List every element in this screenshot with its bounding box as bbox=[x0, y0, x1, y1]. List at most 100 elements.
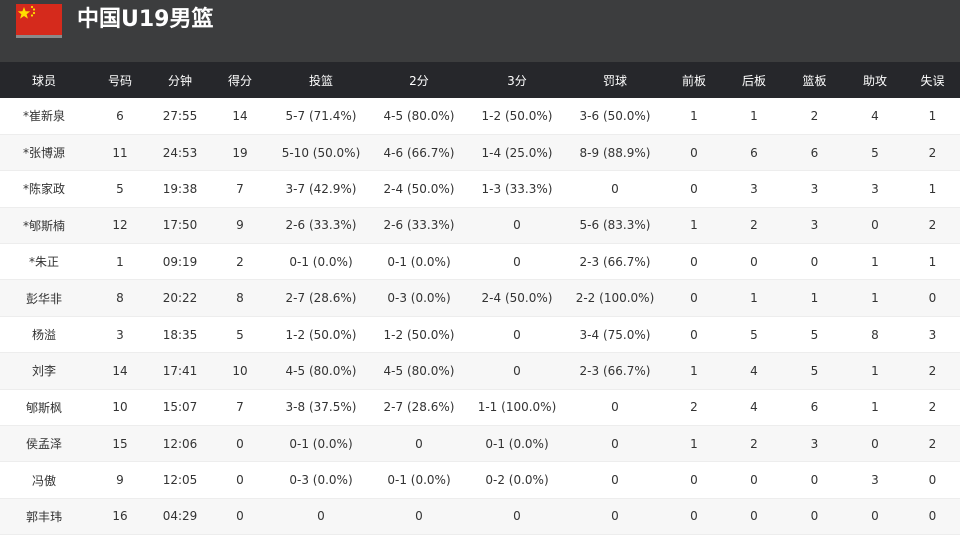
flag-small-star bbox=[32, 8, 36, 11]
player-name[interactable]: 郭丰玮 bbox=[0, 498, 88, 536]
flag-stars-icon bbox=[17, 5, 36, 19]
player-ft: 5-6 (83.3%) bbox=[566, 207, 664, 245]
player-3pt: 1-3 (33.3%) bbox=[468, 170, 566, 208]
table-header-row: 球员 号码 分钟 得分 投篮 2分 3分 罚球 前板 后板 篮板 助攻 失误 bbox=[0, 62, 960, 98]
player-points: 0 bbox=[208, 498, 272, 536]
player-ast: 1 bbox=[845, 279, 905, 317]
header-minutes[interactable]: 分钟 bbox=[152, 62, 208, 98]
player-number: 6 bbox=[88, 98, 152, 135]
player-2pt: 2-7 (28.6%) bbox=[370, 389, 468, 427]
header-dreb[interactable]: 后板 bbox=[724, 62, 784, 98]
player-oreb: 0 bbox=[664, 134, 724, 172]
player-minutes: 19:38 bbox=[152, 170, 208, 208]
player-minutes: 18:35 bbox=[152, 316, 208, 354]
player-fg: 1-2 (50.0%) bbox=[272, 316, 370, 354]
header-3pt[interactable]: 3分 bbox=[468, 62, 566, 98]
player-reb: 5 bbox=[784, 316, 845, 354]
header-points[interactable]: 得分 bbox=[208, 62, 272, 98]
player-points: 2 bbox=[208, 243, 272, 281]
player-tov: 1 bbox=[905, 243, 960, 281]
player-tov: 3 bbox=[905, 316, 960, 354]
player-minutes: 09:19 bbox=[152, 243, 208, 281]
player-2pt: 0 bbox=[370, 498, 468, 536]
player-reb: 3 bbox=[784, 207, 845, 245]
player-ft: 0 bbox=[566, 461, 664, 499]
player-name[interactable]: 侯孟泽 bbox=[0, 425, 88, 463]
player-ft: 3-4 (75.0%) bbox=[566, 316, 664, 354]
player-number: 11 bbox=[88, 134, 152, 172]
table-row: *陈家政 5 19:38 7 3-7 (42.9%) 2-4 (50.0%) 1-3 (33… bbox=[0, 170, 960, 208]
table-row: 彭华非 8 20:22 8 2-7 (28.6%) 0-3 (0.0%) 2-4 (50.0… bbox=[0, 279, 960, 317]
player-3pt: 0 bbox=[468, 316, 566, 354]
player-tov: 1 bbox=[905, 170, 960, 208]
player-2pt: 2-6 (33.3%) bbox=[370, 207, 468, 245]
player-2pt: 0-1 (0.0%) bbox=[370, 243, 468, 281]
player-name[interactable]: 杨溢 bbox=[0, 316, 88, 354]
player-tov: 0 bbox=[905, 461, 960, 499]
player-points: 8 bbox=[208, 279, 272, 317]
header-oreb[interactable]: 前板 bbox=[664, 62, 724, 98]
player-oreb: 1 bbox=[664, 425, 724, 463]
player-fg: 2-6 (33.3%) bbox=[272, 207, 370, 245]
player-dreb: 2 bbox=[724, 425, 784, 463]
player-name[interactable]: 彭华非 bbox=[0, 279, 88, 317]
table-row: *崔新泉 6 27:55 14 5-7 (71.4%) 4-5 (80.0%) 1-2 (5… bbox=[0, 98, 960, 135]
player-minutes: 15:07 bbox=[152, 389, 208, 427]
player-ast: 1 bbox=[845, 389, 905, 427]
player-minutes: 17:41 bbox=[152, 352, 208, 390]
player-name[interactable]: *陈家政 bbox=[0, 170, 88, 208]
player-ft: 0 bbox=[566, 425, 664, 463]
player-fg: 3-7 (42.9%) bbox=[272, 170, 370, 208]
header-fg[interactable]: 投篮 bbox=[272, 62, 370, 98]
player-3pt: 0 bbox=[468, 498, 566, 536]
player-number: 1 bbox=[88, 243, 152, 281]
player-fg: 5-7 (71.4%) bbox=[272, 98, 370, 135]
china-flag-icon bbox=[16, 4, 62, 38]
player-name[interactable]: 郇斯枫 bbox=[0, 389, 88, 427]
table-row: 杨溢 3 18:35 5 1-2 (50.0%) 1-2 (50.0%) 0 3-4 (75.… bbox=[0, 316, 960, 354]
player-dreb: 3 bbox=[724, 170, 784, 208]
player-reb: 2 bbox=[784, 98, 845, 135]
header-tov[interactable]: 失误 bbox=[905, 62, 960, 98]
table-row: 刘李 14 17:41 10 4-5 (80.0%) 4-5 (80.0%) 0 2-3 (6… bbox=[0, 352, 960, 390]
header-number[interactable]: 号码 bbox=[88, 62, 152, 98]
player-dreb: 2 bbox=[724, 207, 784, 245]
player-points: 7 bbox=[208, 170, 272, 208]
player-name[interactable]: 刘李 bbox=[0, 352, 88, 390]
player-ft: 2-3 (66.7%) bbox=[566, 352, 664, 390]
header-player[interactable]: 球员 bbox=[0, 62, 88, 98]
player-minutes: 04:29 bbox=[152, 498, 208, 536]
player-tov: 0 bbox=[905, 279, 960, 317]
flag-small-star bbox=[30, 5, 34, 9]
player-number: 16 bbox=[88, 498, 152, 536]
player-tov: 2 bbox=[905, 134, 960, 172]
player-2pt: 0-1 (0.0%) bbox=[370, 461, 468, 499]
header-2pt[interactable]: 2分 bbox=[370, 62, 468, 98]
player-3pt: 2-4 (50.0%) bbox=[468, 279, 566, 317]
player-name[interactable]: *郇斯楠 bbox=[0, 207, 88, 245]
player-fg: 5-10 (50.0%) bbox=[272, 134, 370, 172]
player-name[interactable]: 冯傲 bbox=[0, 461, 88, 499]
player-number: 8 bbox=[88, 279, 152, 317]
player-number: 15 bbox=[88, 425, 152, 463]
player-number: 3 bbox=[88, 316, 152, 354]
player-dreb: 0 bbox=[724, 461, 784, 499]
player-name[interactable]: *朱正 bbox=[0, 243, 88, 281]
player-fg: 0-1 (0.0%) bbox=[272, 425, 370, 463]
player-fg: 4-5 (80.0%) bbox=[272, 352, 370, 390]
header-ast[interactable]: 助攻 bbox=[845, 62, 905, 98]
player-minutes: 27:55 bbox=[152, 98, 208, 135]
player-name[interactable]: *张博源 bbox=[0, 134, 88, 172]
player-oreb: 2 bbox=[664, 389, 724, 427]
team-header: 中国U19男篮 bbox=[0, 0, 960, 62]
player-dreb: 0 bbox=[724, 498, 784, 536]
player-2pt: 4-5 (80.0%) bbox=[370, 98, 468, 135]
player-ft: 2-3 (66.7%) bbox=[566, 243, 664, 281]
header-reb[interactable]: 篮板 bbox=[784, 62, 845, 98]
header-ft[interactable]: 罚球 bbox=[566, 62, 664, 98]
player-points: 14 bbox=[208, 98, 272, 135]
player-name[interactable]: *崔新泉 bbox=[0, 98, 88, 135]
table-row: 侯孟泽 15 12:06 0 0-1 (0.0%) 0 0-1 (0.0%) 0 1 2 3 0 2 bbox=[0, 425, 960, 463]
player-fg: 0 bbox=[272, 498, 370, 536]
player-points: 10 bbox=[208, 352, 272, 390]
